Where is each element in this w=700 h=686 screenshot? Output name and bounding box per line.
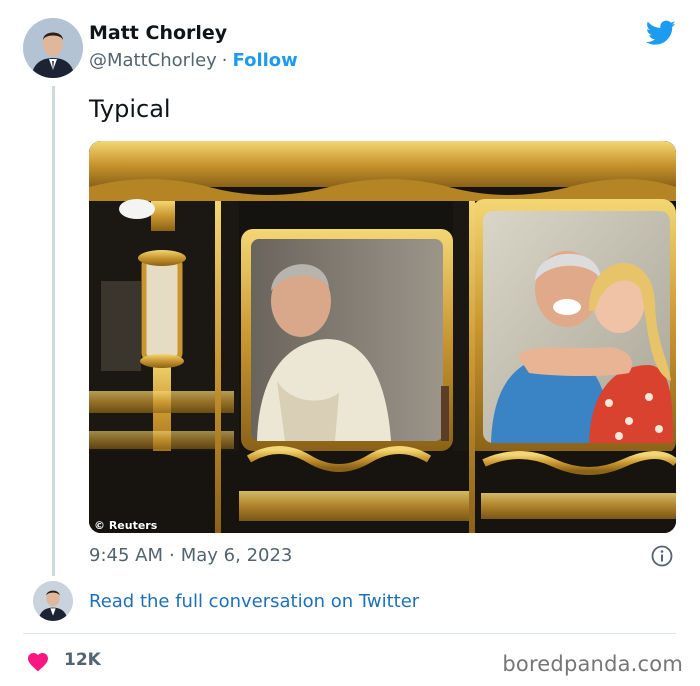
author-display-name[interactable]: Matt Chorley — [89, 22, 227, 44]
separator-dot: · — [169, 545, 175, 566]
author-handle[interactable]: @MattChorley — [89, 50, 217, 71]
divider — [23, 633, 676, 634]
tweet-time: 9:45 AM — [89, 545, 163, 566]
tweet-date: May 6, 2023 — [180, 545, 293, 566]
author-handle-row: @MattChorley · Follow — [89, 50, 298, 71]
follow-button[interactable]: Follow — [233, 50, 298, 71]
twitter-bird-icon[interactable] — [646, 20, 676, 46]
like-count: 12K — [64, 650, 101, 670]
read-conversation-link[interactable]: Read the full conversation on Twitter — [89, 591, 419, 612]
tweet-timestamp[interactable]: 9:45 AM · May 6, 2023 — [89, 545, 292, 566]
tweet-image[interactable] — [89, 141, 676, 533]
watermark: boredpanda.com — [502, 652, 683, 676]
heart-icon[interactable] — [26, 650, 50, 672]
thread-line — [52, 86, 55, 576]
reply-avatar[interactable] — [33, 581, 73, 621]
separator-dot: · — [221, 50, 228, 71]
tweet-text: Typical — [89, 95, 171, 123]
info-icon[interactable] — [651, 545, 673, 567]
author-avatar[interactable] — [23, 18, 83, 78]
image-credit: © Reuters — [94, 519, 158, 532]
